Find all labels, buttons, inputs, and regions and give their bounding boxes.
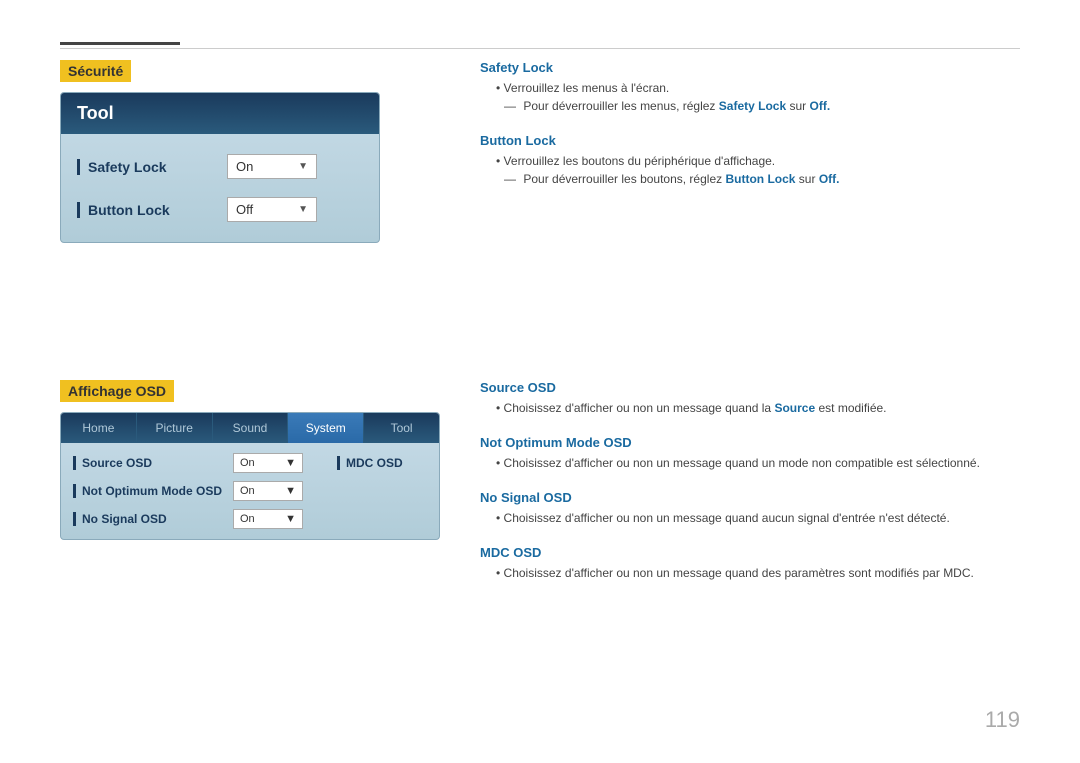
page-number: 119 [985,707,1020,733]
osd-left-rows: Source OSD On ▼ Not Optimum Mode OSD On … [73,453,313,529]
osd-nosignal-label: No Signal OSD [73,512,233,526]
safety-lock-sub-bold: Safety Lock [719,99,790,113]
button-lock-arrow: ▼ [298,204,308,215]
osd-mdc-label: MDC OSD [337,456,440,470]
not-optimum-desc: Not Optimum Mode OSD • Choisissez d'affi… [480,435,1020,470]
button-lock-sub: Pour déverrouiller les boutons, réglez B… [504,172,1020,186]
mdc-osd-bullet: • Choisissez d'afficher ou non un messag… [496,566,1020,580]
top-divider [60,48,1020,49]
safety-lock-label: Safety Lock [77,159,227,175]
button-lock-desc: Button Lock • Verrouillez les boutons du… [480,133,1020,186]
button-lock-bullet: • Verrouillez les boutons du périphériqu… [496,154,1020,168]
safety-lock-bullet: • Verrouillez les menus à l'écran. [496,81,1020,95]
osd-notoptimum-select[interactable]: On ▼ [233,481,303,501]
osd-mdc-row: MDC OSD On ▼ [337,453,440,473]
osd-source-label: Source OSD [73,456,233,470]
not-optimum-title: Not Optimum Mode OSD [480,435,1020,450]
osd-nosignal-value: On [240,513,255,525]
safety-lock-desc: Safety Lock • Verrouillez les menus à l'… [480,60,1020,113]
osd-nav-sound[interactable]: Sound [213,413,289,443]
no-signal-title: No Signal OSD [480,490,1020,505]
source-osd-desc: Source OSD • Choisissez d'afficher ou no… [480,380,1020,415]
safety-lock-sub-value: Off. [810,99,831,113]
affichage-osd-section: Affichage OSD Home Picture Sound System … [60,380,480,540]
button-lock-sub-bold: Button Lock [725,172,798,186]
osd-source-row: Source OSD On ▼ [73,453,313,473]
button-lock-desc-title: Button Lock [480,133,1020,148]
safety-lock-value: On [236,159,253,174]
tool-panel: Tool Safety Lock On ▼ Button Lock Off ▼ [60,92,380,243]
mdc-osd-desc: MDC OSD • Choisissez d'afficher ou non u… [480,545,1020,580]
osd-source-select[interactable]: On ▼ [233,453,303,473]
osd-nav-picture[interactable]: Picture [137,413,213,443]
osd-nosignal-arrow: ▼ [285,513,296,525]
osd-nav-tool[interactable]: Tool [364,413,439,443]
button-lock-select[interactable]: Off ▼ [227,197,317,222]
osd-nav-home[interactable]: Home [61,413,137,443]
osd-notoptimum-row: Not Optimum Mode OSD On ▼ [73,481,313,501]
osd-source-value: On [240,457,255,469]
button-lock-value: Off [236,202,253,217]
button-lock-label: Button Lock [77,202,227,218]
securite-badge: Sécurité [60,60,131,82]
source-osd-bullet: • Choisissez d'afficher ou non un messag… [496,401,1020,415]
safety-lock-desc-title: Safety Lock [480,60,1020,75]
source-bold: Source [774,401,815,415]
no-signal-bullet: • Choisissez d'afficher ou non un messag… [496,511,1020,525]
securite-section: Sécurité Tool Safety Lock On ▼ Button Lo… [60,60,450,243]
tool-panel-header: Tool [61,93,379,134]
button-lock-sub-value: Off. [819,172,840,186]
osd-notoptimum-label: Not Optimum Mode OSD [73,484,233,498]
no-signal-desc: No Signal OSD • Choisissez d'afficher ou… [480,490,1020,525]
osd-right-rows: MDC OSD On ▼ [329,453,440,529]
osd-notoptimum-value: On [240,485,255,497]
osd-nav: Home Picture Sound System Tool [61,413,439,443]
osd-notoptimum-arrow: ▼ [285,485,296,497]
osd-body: Source OSD On ▼ Not Optimum Mode OSD On … [61,443,439,539]
tool-panel-body: Safety Lock On ▼ Button Lock Off ▼ [61,134,379,242]
osd-source-arrow: ▼ [285,457,296,469]
osd-panel: Home Picture Sound System Tool Source OS… [60,412,440,540]
safety-lock-row: Safety Lock On ▼ [77,154,363,179]
osd-nosignal-row: No Signal OSD On ▼ [73,509,313,529]
osd-descriptions: Source OSD • Choisissez d'afficher ou no… [480,380,1020,600]
not-optimum-bullet: • Choisissez d'afficher ou non un messag… [496,456,1020,470]
safety-lock-select[interactable]: On ▼ [227,154,317,179]
affichage-osd-badge: Affichage OSD [60,380,174,402]
button-lock-row: Button Lock Off ▼ [77,197,363,222]
safety-lock-sub: Pour déverrouiller les menus, réglez Saf… [504,99,1020,113]
accent-line [60,42,180,45]
securite-descriptions: Safety Lock • Verrouillez les menus à l'… [480,60,1020,206]
osd-nav-system[interactable]: System [288,413,364,443]
osd-body-inner: Source OSD On ▼ Not Optimum Mode OSD On … [73,453,427,529]
mdc-osd-title: MDC OSD [480,545,1020,560]
source-osd-title: Source OSD [480,380,1020,395]
osd-nosignal-select[interactable]: On ▼ [233,509,303,529]
safety-lock-arrow: ▼ [298,161,308,172]
